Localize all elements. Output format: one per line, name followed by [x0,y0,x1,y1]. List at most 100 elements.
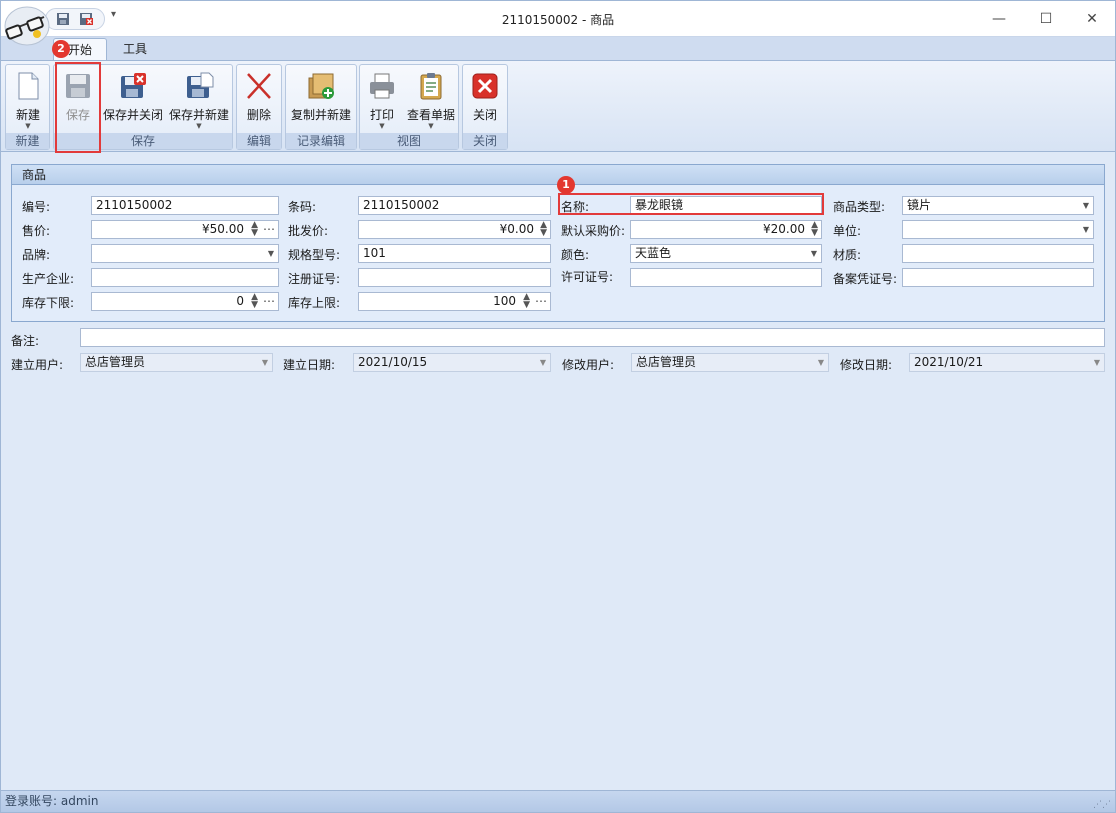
tab-tools[interactable]: 工具 [109,38,161,61]
modified-date-select[interactable]: 2021/10/21 ▼ [909,353,1105,372]
window-title: 2110150002 - 商品 [501,13,615,27]
modified-by-select[interactable]: 总店管理员 ▼ [631,353,829,372]
clipboard-icon [420,73,442,100]
stock-min-field[interactable]: 0 ▲ ▼ ⋯ [91,292,279,311]
ribbon-tabs: 开始 工具 [1,37,1115,61]
default-purchase-price-label: 默认采购价: [561,224,626,238]
remark-field[interactable] [80,328,1105,347]
wholesale-price-value: ¥0.00 [499,222,534,236]
new-button-label: 新建 [15,108,40,122]
registration-no-field[interactable] [358,268,551,287]
quick-save-icon[interactable] [56,12,70,26]
print-button[interactable]: 打印 ▼ [362,67,402,131]
close-red-icon [472,73,498,99]
wholesale-price-field[interactable]: ¥0.00 ▲ ▼ [358,220,551,239]
login-account-text: 登录账号: admin [5,794,99,808]
stock-max-value: 100 [493,294,516,308]
minimize-button[interactable]: — [988,9,1010,29]
ribbon-group-close: 关闭 关闭 [462,64,508,150]
barcode-field[interactable]: 2110150002 [358,196,551,215]
group-label-record-edit: 记录编辑 [286,133,356,149]
chevron-down-icon: ▼ [1082,201,1089,210]
default-purchase-price-value: ¥20.00 [763,222,805,236]
code-field[interactable]: 2110150002 [91,196,279,215]
group-label-close: 关闭 [463,133,507,149]
more-icon[interactable]: ⋯ [263,221,275,238]
new-button[interactable]: 新建 ▼ [7,67,49,131]
spec-model-label: 规格型号: [288,248,341,262]
created-date-value: 2021/10/15 [358,355,428,369]
view-document-dropdown-icon: ▼ [428,122,434,130]
ribbon-group-view: 打印 ▼ 查看单据 ▼ 视图 [359,64,459,150]
save-new-icon [187,72,214,98]
brand-label: 品牌: [22,248,51,262]
manufacturer-field[interactable] [91,268,279,287]
stock-max-label: 库存上限: [288,296,341,310]
created-date-select[interactable]: 2021/10/15 ▼ [353,353,551,372]
product-type-value: 镜片 [907,198,932,212]
stock-max-field[interactable]: 100 ▲ ▼ ⋯ [358,292,551,311]
sale-price-value: ¥50.00 [202,222,244,236]
more-icon[interactable]: ⋯ [263,293,275,310]
chevron-down-icon: ▼ [261,358,268,367]
stock-min-value: 0 [236,294,244,308]
ribbon-group-edit: 删除 编辑 [236,64,282,150]
product-type-select[interactable]: 镜片 ▼ [902,196,1094,215]
name-highlight-box [558,193,824,215]
close-button[interactable]: 关闭 [464,67,506,131]
delete-button[interactable]: 删除 [238,67,280,131]
spin-icon[interactable]: ▲ ▼ [251,221,258,238]
spin-icon[interactable]: ▲ ▼ [251,293,258,310]
resize-grip-icon[interactable]: ⋰⋰ [1093,795,1111,813]
registration-no-label: 注册证号: [288,272,341,286]
chevron-down-icon: ▼ [817,358,824,367]
sale-price-field[interactable]: ¥50.00 ▲ ▼ ⋯ [91,220,279,239]
sale-price-label: 售价: [22,224,51,238]
default-purchase-price-field[interactable]: ¥20.00 ▲ ▼ [630,220,822,239]
glasses-icon[interactable] [4,5,50,47]
modified-by-value: 总店管理员 [636,355,697,369]
spec-model-field[interactable]: 101 [358,244,551,263]
spin-icon[interactable]: ▲ ▼ [811,221,818,238]
save-and-new-label: 保存并新建 [168,108,229,122]
brand-select[interactable]: ▼ [91,244,279,263]
material-field[interactable] [902,244,1094,263]
quick-save-close-icon[interactable] [79,12,93,26]
license-no-field[interactable] [630,268,822,287]
view-document-label: 查看单据 [406,108,455,122]
color-label: 颜色: [561,248,590,262]
filing-no-label: 备案凭证号: [833,272,898,286]
created-by-select[interactable]: 总店管理员 ▼ [80,353,273,372]
title-bar: 2110150002 - 商品 ▾ — ☐ ✕ [1,1,1115,37]
quick-access-dropdown-icon[interactable]: ▾ [111,9,116,20]
view-document-button[interactable]: 查看单据 ▼ [404,67,458,131]
delete-x-icon [247,73,271,99]
new-document-icon [18,72,39,100]
spin-icon[interactable]: ▲ ▼ [523,293,530,310]
created-date-label: 建立日期: [283,358,336,372]
save-and-close-button[interactable]: 保存并关闭 [102,67,164,131]
maximize-button[interactable]: ☐ [1035,9,1057,29]
copy-and-new-button[interactable]: 复制并新建 [288,67,354,131]
color-value: 天蓝色 [635,246,672,260]
save-and-new-dropdown-icon: ▼ [196,122,202,130]
chevron-down-icon: ▼ [810,249,817,258]
save-close-icon [121,73,146,98]
filing-no-field[interactable] [902,268,1094,287]
printer-icon [370,73,394,99]
save-highlight-box [55,62,101,153]
spin-icon[interactable]: ▲ ▼ [540,221,547,238]
chevron-down-icon: ▼ [1093,358,1100,367]
stock-min-label: 库存下限: [22,296,75,310]
manufacturer-label: 生产企业: [22,272,75,286]
save-and-new-button[interactable]: 保存并新建 ▼ [168,67,230,131]
ribbon: 新建 ▼ 新建 保存 保存并关闭 保存并新建 ▼ 保存 删除 编辑 复制并新建 … [1,60,1115,152]
close-window-button[interactable]: ✕ [1081,9,1103,29]
color-select[interactable]: 天蓝色 ▼ [630,244,822,263]
created-by-label: 建立用户: [11,358,64,372]
more-icon[interactable]: ⋯ [535,293,547,310]
modified-by-label: 修改用户: [562,358,615,372]
product-type-label: 商品类型: [833,200,886,214]
badge-2: 2 [52,40,70,58]
unit-select[interactable]: ▼ [902,220,1094,239]
